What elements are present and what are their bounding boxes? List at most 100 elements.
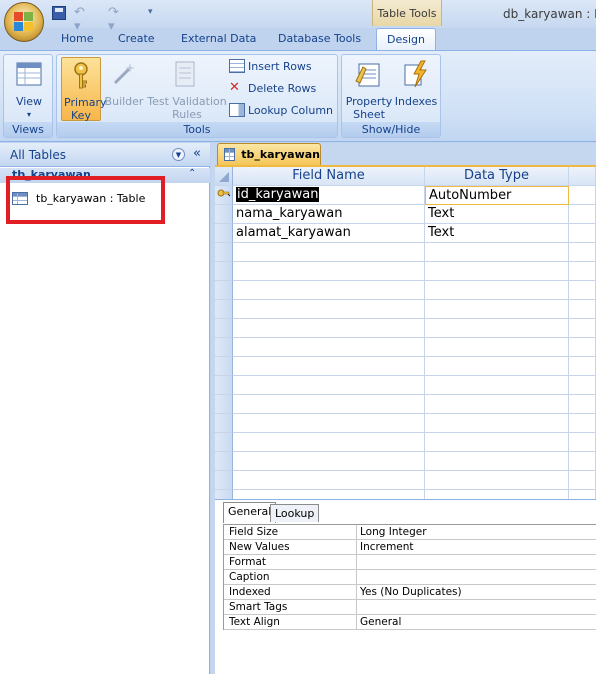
field-name-cell[interactable]: [233, 300, 425, 319]
description-cell[interactable]: [569, 319, 596, 338]
document-tab-tb-karyawan[interactable]: tb_karyawan: [217, 143, 321, 165]
property-row[interactable]: Field Size Long Integer: [223, 525, 596, 540]
field-name-cell[interactable]: [233, 243, 425, 262]
row-selector[interactable]: [215, 452, 233, 471]
description-cell[interactable]: [569, 300, 596, 319]
table-row[interactable]: [215, 471, 596, 490]
property-value[interactable]: [357, 600, 596, 615]
data-type-cell[interactable]: [425, 357, 569, 376]
description-cell[interactable]: [569, 281, 596, 300]
row-selector[interactable]: [215, 338, 233, 357]
undo-icon[interactable]: ↶ ▾: [74, 6, 88, 34]
row-selector[interactable]: [215, 262, 233, 281]
field-name-cell[interactable]: [233, 319, 425, 338]
data-type-cell[interactable]: [425, 338, 569, 357]
row-selector[interactable]: [215, 319, 233, 338]
data-type-cell[interactable]: Text: [425, 205, 569, 224]
property-row[interactable]: Text Align General: [223, 615, 596, 630]
table-row[interactable]: nama_karyawan Text: [215, 205, 596, 224]
property-value[interactable]: Long Integer: [357, 525, 596, 540]
field-name-cell[interactable]: [233, 452, 425, 471]
row-selector[interactable]: [215, 205, 233, 224]
tab-database-tools[interactable]: Database Tools: [278, 32, 361, 50]
tab-lookup[interactable]: Lookup: [270, 504, 320, 522]
row-selector[interactable]: [215, 281, 233, 300]
data-type-cell[interactable]: [425, 376, 569, 395]
data-type-cell[interactable]: [425, 319, 569, 338]
description-cell[interactable]: [569, 433, 596, 452]
data-type-cell[interactable]: [425, 243, 569, 262]
row-selector[interactable]: [215, 471, 233, 490]
table-row[interactable]: [215, 452, 596, 471]
data-type-cell[interactable]: Text: [425, 224, 569, 243]
data-type-cell[interactable]: [425, 281, 569, 300]
row-selector[interactable]: [215, 224, 233, 243]
field-name-cell[interactable]: [233, 281, 425, 300]
row-selector[interactable]: [215, 414, 233, 433]
primary-key-button[interactable]: Primary Key: [61, 57, 107, 122]
row-selector[interactable]: [215, 186, 233, 205]
delete-rows-button[interactable]: ✕ Delete Rows: [229, 81, 316, 95]
save-icon[interactable]: [52, 6, 66, 20]
property-row[interactable]: Caption: [223, 570, 596, 585]
property-value[interactable]: General: [357, 615, 596, 630]
description-cell[interactable]: [569, 262, 596, 281]
description-cell[interactable]: [569, 224, 596, 243]
table-row[interactable]: [215, 262, 596, 281]
description-cell[interactable]: [569, 338, 596, 357]
indexes-button[interactable]: Indexes: [394, 57, 438, 108]
table-row[interactable]: [215, 281, 596, 300]
data-type-cell[interactable]: [425, 262, 569, 281]
select-all-corner[interactable]: [215, 167, 233, 186]
table-row[interactable]: [215, 319, 596, 338]
office-button[interactable]: [4, 2, 44, 42]
row-selector[interactable]: [215, 243, 233, 262]
field-name-cell[interactable]: nama_karyawan: [233, 205, 425, 224]
field-name-cell[interactable]: [233, 414, 425, 433]
tab-create[interactable]: Create: [118, 32, 155, 50]
chevron-up-icon[interactable]: ⌃: [188, 168, 196, 179]
description-cell[interactable]: [569, 471, 596, 490]
view-button[interactable]: View ▾: [8, 57, 50, 121]
nav-collapse-icon[interactable]: «: [193, 146, 201, 161]
property-sheet-button[interactable]: Property Sheet: [344, 57, 394, 121]
builder-button[interactable]: Builder: [103, 57, 145, 108]
row-selector[interactable]: [215, 376, 233, 395]
field-name-cell[interactable]: [233, 376, 425, 395]
data-type-cell[interactable]: [425, 414, 569, 433]
data-type-cell[interactable]: [425, 471, 569, 490]
property-row[interactable]: New Values Increment: [223, 540, 596, 555]
description-cell[interactable]: [569, 243, 596, 262]
property-row[interactable]: Indexed Yes (No Duplicates): [223, 585, 596, 600]
data-type-cell[interactable]: [425, 433, 569, 452]
data-type-cell[interactable]: [425, 452, 569, 471]
property-row[interactable]: Format: [223, 555, 596, 570]
field-name-cell[interactable]: [233, 433, 425, 452]
property-value[interactable]: [357, 555, 596, 570]
field-name-cell[interactable]: id_karyawan: [233, 186, 425, 205]
description-header[interactable]: [569, 167, 596, 186]
description-cell[interactable]: [569, 376, 596, 395]
table-row[interactable]: [215, 338, 596, 357]
table-row[interactable]: alamat_karyawan Text: [215, 224, 596, 243]
data-type-cell[interactable]: AutoNumber: [425, 186, 569, 205]
row-selector[interactable]: [215, 433, 233, 452]
data-type-cell[interactable]: [425, 300, 569, 319]
table-row[interactable]: [215, 243, 596, 262]
row-selector[interactable]: [215, 300, 233, 319]
property-row[interactable]: Smart Tags: [223, 600, 596, 615]
row-selector[interactable]: [215, 357, 233, 376]
property-value[interactable]: [357, 570, 596, 585]
table-row[interactable]: [215, 357, 596, 376]
description-cell[interactable]: [569, 452, 596, 471]
table-row[interactable]: [215, 376, 596, 395]
nav-dropdown-icon[interactable]: ▼: [172, 148, 185, 161]
table-row[interactable]: [215, 414, 596, 433]
table-row[interactable]: [215, 300, 596, 319]
lookup-column-button[interactable]: Lookup Column: [229, 103, 333, 117]
tab-home[interactable]: Home: [61, 32, 93, 50]
field-name-cell[interactable]: alamat_karyawan: [233, 224, 425, 243]
description-cell[interactable]: [569, 205, 596, 224]
property-value[interactable]: Increment: [357, 540, 596, 555]
property-value[interactable]: Yes (No Duplicates): [357, 585, 596, 600]
